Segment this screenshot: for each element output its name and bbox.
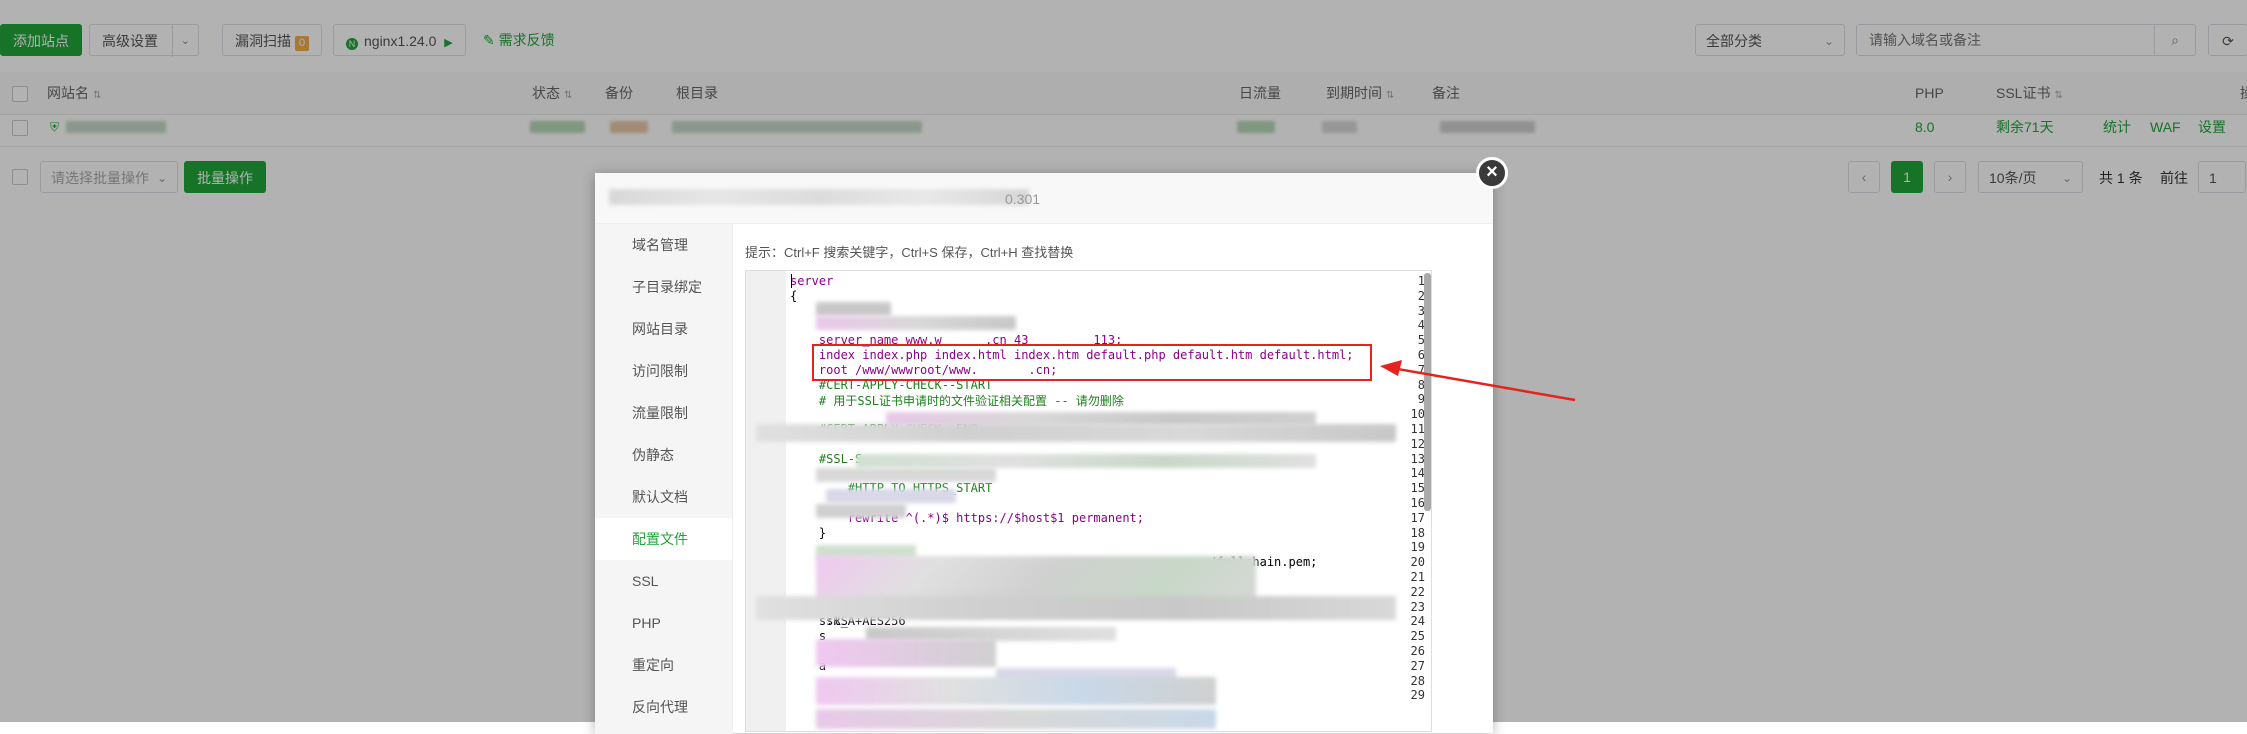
code-blurred — [816, 677, 1216, 705]
line-number: 27 — [1410, 658, 1425, 673]
line-number: 28 — [1410, 673, 1425, 688]
line-gutter — [746, 271, 786, 731]
line-number: 12 — [1410, 436, 1425, 451]
line-number: 19 — [1410, 540, 1425, 555]
shortcut-tip: 提示：Ctrl+F 搜索关键字，Ctrl+S 保存，Ctrl+H 查找替换 — [745, 245, 1074, 260]
nav-default-document[interactable]: 默认文档 — [595, 476, 732, 518]
code-blurred — [816, 504, 906, 518]
nav-redirect[interactable]: 重定向 — [595, 644, 732, 686]
line-number: 29 — [1410, 688, 1425, 703]
line-number: 23 — [1410, 599, 1425, 614]
modal-sidenav: 域名管理 子目录绑定 网站目录 访问限制 流量限制 伪静态 默认文档 配置文件 … — [595, 224, 733, 734]
nav-site-directory[interactable]: 网站目录 — [595, 308, 732, 350]
line-number: 17 — [1410, 510, 1425, 525]
line-number: 21 — [1410, 570, 1425, 584]
code-line: server — [790, 274, 834, 288]
modal-close-button[interactable]: × — [1476, 157, 1508, 189]
code-blurred — [756, 596, 1396, 620]
code-editor[interactable]: 1 server 2{3 4 5 server_name www.w .cn 43 11… — [745, 270, 1432, 732]
line-number: 25 — [1410, 629, 1425, 644]
line-number: 14 — [1410, 466, 1425, 481]
code-blurred — [816, 639, 996, 667]
text-cursor — [791, 274, 792, 288]
nav-config-file[interactable]: 配置文件 — [595, 518, 732, 560]
nav-access-limit[interactable]: 访问限制 — [595, 350, 732, 392]
code-line: } — [790, 525, 827, 540]
nav-rewrite[interactable]: 伪静态 — [595, 434, 732, 476]
nav-ssl[interactable]: SSL — [595, 560, 732, 602]
line-number: 13 — [1410, 451, 1425, 466]
line-number: 20 — [1410, 555, 1425, 570]
line-number: 26 — [1410, 644, 1425, 658]
nav-domain-management[interactable]: 域名管理 — [595, 224, 732, 266]
code-blurred — [816, 468, 996, 482]
code-blurred — [816, 316, 1016, 330]
code-blurred — [816, 709, 1216, 729]
code-line: #SSL-S — [790, 451, 863, 466]
line-number: 18 — [1410, 525, 1425, 540]
line-number: 11 — [1410, 422, 1425, 436]
code-blurred — [756, 424, 1396, 442]
code-blurred — [816, 302, 891, 316]
highlight-box — [812, 344, 1372, 381]
modal-title-blurred — [609, 189, 1029, 205]
modal-title-bar: 0.301 — [595, 173, 1493, 224]
code-blurred — [856, 454, 1316, 468]
config-content: 提示：Ctrl+F 搜索关键字，Ctrl+S 保存，Ctrl+H 查找替换 1s… — [733, 224, 1493, 734]
line-number: 24 — [1410, 614, 1425, 629]
nav-php[interactable]: PHP — [595, 602, 732, 644]
nav-subdirectory-binding[interactable]: 子目录绑定 — [595, 266, 732, 308]
annotation-arrow — [1380, 360, 1576, 402]
modal-title-suffix: 0.301 — [1005, 191, 1041, 207]
nav-traffic-limit[interactable]: 流量限制 — [595, 392, 732, 434]
code-line: # 用于SSL证书申请时的文件验证相关配置 -- 请勿删除 — [790, 394, 1124, 409]
site-settings-modal: 0.301 域名管理 子目录绑定 网站目录 访问限制 流量限制 伪静态 默认文档… — [595, 173, 1493, 734]
line-number: 22 — [1410, 584, 1425, 599]
line-number: 16 — [1410, 496, 1425, 510]
code-blurred — [826, 489, 956, 503]
line-number: 15 — [1410, 481, 1425, 496]
code-line: { — [790, 288, 798, 303]
